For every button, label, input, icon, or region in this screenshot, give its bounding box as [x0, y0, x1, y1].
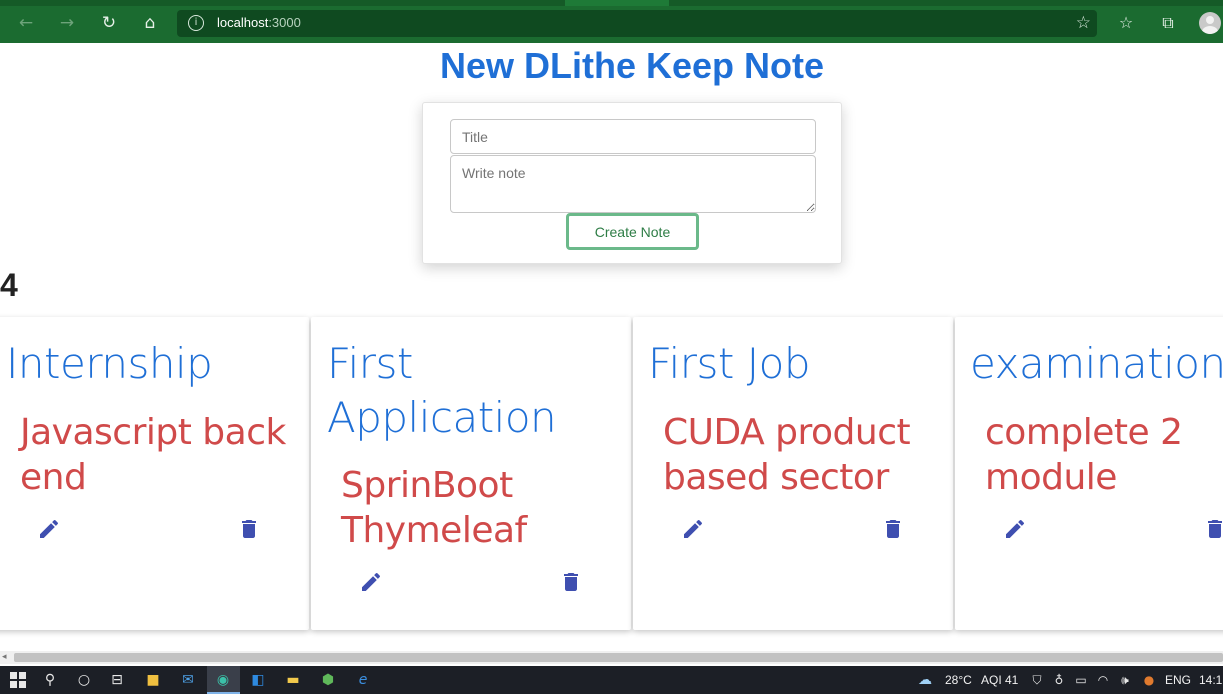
note-card: First Application SprinBoot Thymeleaf [311, 317, 631, 630]
notes-list: Internship Javascript back end First App… [0, 317, 1223, 630]
add-favorite-icon[interactable]: ☆ [1076, 13, 1091, 33]
note-content: SprinBoot Thymeleaf [341, 465, 527, 551]
trash-icon [564, 573, 578, 591]
air-quality[interactable]: AQI 41 [981, 673, 1018, 687]
note-content: Javascript back end [20, 412, 286, 498]
trash-icon [886, 520, 900, 538]
note-title: examination [970, 339, 1223, 388]
note-card: examination complete 2 module [955, 317, 1223, 630]
forward-arrow-icon[interactable]: → [56, 12, 78, 34]
pencil-icon [1006, 519, 1025, 538]
note-card: Internship Javascript back end [0, 317, 309, 630]
vscode-icon[interactable]: ◧ [248, 670, 268, 690]
scroll-left-icon[interactable]: ◂ [2, 651, 7, 664]
store-icon[interactable]: ■ [143, 670, 163, 690]
language-indicator[interactable]: ENG [1165, 673, 1191, 687]
address-bar[interactable]: i localhost:3000 ☆ [177, 10, 1097, 37]
trash-icon [1208, 520, 1222, 538]
favorites-icon[interactable]: ☆ [1115, 12, 1137, 34]
clock[interactable]: 14:12 [1199, 673, 1223, 687]
wifi-icon[interactable]: ◠ [1093, 670, 1113, 690]
delete-note-button[interactable] [559, 570, 583, 594]
edge-icon[interactable]: ◉ [213, 670, 233, 690]
note-card: First Job CUDA product based sector [633, 317, 953, 630]
pencil-icon [40, 519, 59, 538]
create-note-button[interactable]: Create Note [566, 213, 699, 250]
windows-start-icon[interactable] [8, 670, 28, 690]
trash-icon [242, 520, 256, 538]
microphone-icon[interactable]: ♁ [1049, 670, 1069, 690]
url-port: :3000 [268, 15, 301, 30]
delete-note-button[interactable] [1203, 517, 1223, 541]
browser-toolbar: ← → ↻ ⌂ i localhost:3000 ☆ ☆ ⧉ [0, 0, 1223, 43]
note-title: Internship [6, 339, 213, 388]
url-host: localhost [217, 15, 269, 30]
back-arrow-icon[interactable]: ← [15, 12, 37, 34]
cortana-icon[interactable]: ○ [74, 670, 94, 690]
delete-note-button[interactable] [881, 517, 905, 541]
url-text[interactable]: localhost:3000 [217, 15, 301, 30]
refresh-icon[interactable]: ↻ [98, 12, 120, 34]
mail-icon[interactable]: ✉ [178, 670, 198, 690]
nodejs-icon[interactable]: ⬢ [318, 670, 338, 690]
taskbar: ⚲ ○ ⊟ ■ ✉ ◉ ◧ ▬ ⬢ e ☁ 28°C AQI 41 ⛉ ♁ ▭ … [0, 666, 1223, 694]
note-content: complete 2 module [985, 412, 1183, 498]
notification-app-icon[interactable]: ● [1139, 670, 1159, 690]
note-title: First Application [327, 339, 557, 442]
security-icon[interactable]: ⛉ [1027, 670, 1047, 690]
edit-note-button[interactable] [359, 570, 383, 594]
pencil-icon [684, 519, 703, 538]
tab-strip [0, 0, 1223, 6]
title-input[interactable] [450, 119, 816, 154]
home-icon[interactable]: ⌂ [139, 12, 161, 34]
edit-note-button[interactable] [681, 517, 705, 541]
internet-explorer-icon[interactable]: e [353, 670, 373, 690]
horizontal-scrollbar[interactable]: ◂ [0, 651, 1223, 664]
site-info-icon[interactable]: i [188, 15, 204, 31]
note-count: 4 [0, 267, 18, 303]
scrollbar-thumb[interactable] [14, 653, 1223, 662]
tab-active[interactable] [565, 0, 669, 6]
note-textarea[interactable] [450, 155, 816, 213]
note-title: First Job [648, 339, 810, 388]
battery-icon[interactable]: ▭ [1071, 670, 1091, 690]
note-content: CUDA product based sector [663, 412, 911, 498]
delete-note-button[interactable] [237, 517, 261, 541]
create-note-form: Create Note [422, 102, 842, 264]
volume-icon[interactable]: 🕪 [1115, 670, 1135, 690]
page-title: New DLithe Keep Note [439, 45, 825, 86]
pencil-icon [362, 572, 381, 591]
collections-icon[interactable]: ⧉ [1157, 12, 1179, 34]
weather-icon[interactable]: ☁ [915, 670, 935, 690]
edit-note-button[interactable] [1003, 517, 1027, 541]
task-view-icon[interactable]: ⊟ [107, 670, 127, 690]
profile-avatar[interactable] [1199, 12, 1221, 34]
edit-note-button[interactable] [37, 517, 61, 541]
weather-temperature[interactable]: 28°C [945, 673, 972, 687]
file-explorer-icon[interactable]: ▬ [283, 670, 303, 690]
search-icon[interactable]: ⚲ [40, 670, 60, 690]
